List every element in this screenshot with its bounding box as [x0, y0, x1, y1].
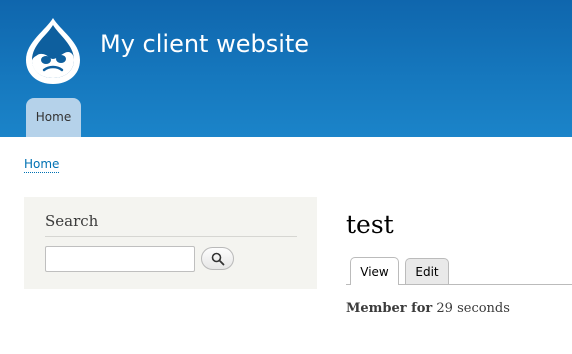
- search-input[interactable]: [45, 246, 195, 272]
- search-icon: [211, 252, 224, 265]
- page-title: test: [346, 210, 394, 239]
- search-block: Search: [24, 197, 317, 289]
- nav-tab-home[interactable]: Home: [26, 98, 81, 137]
- tab-edit[interactable]: Edit: [405, 258, 449, 284]
- site-name[interactable]: My client website: [100, 30, 309, 58]
- member-for-line: Member for 29 seconds: [346, 301, 510, 316]
- tab-view[interactable]: View: [350, 257, 399, 285]
- member-for-value: 29 seconds: [436, 301, 510, 316]
- search-block-title: Search: [45, 212, 99, 230]
- member-for-label: Member for: [346, 301, 433, 316]
- site-header: My client website Home: [0, 0, 572, 137]
- breadcrumb-home-link[interactable]: Home: [24, 157, 60, 173]
- search-button[interactable]: [201, 247, 234, 270]
- drupal-logo-icon[interactable]: [22, 16, 84, 86]
- divider: [45, 236, 297, 237]
